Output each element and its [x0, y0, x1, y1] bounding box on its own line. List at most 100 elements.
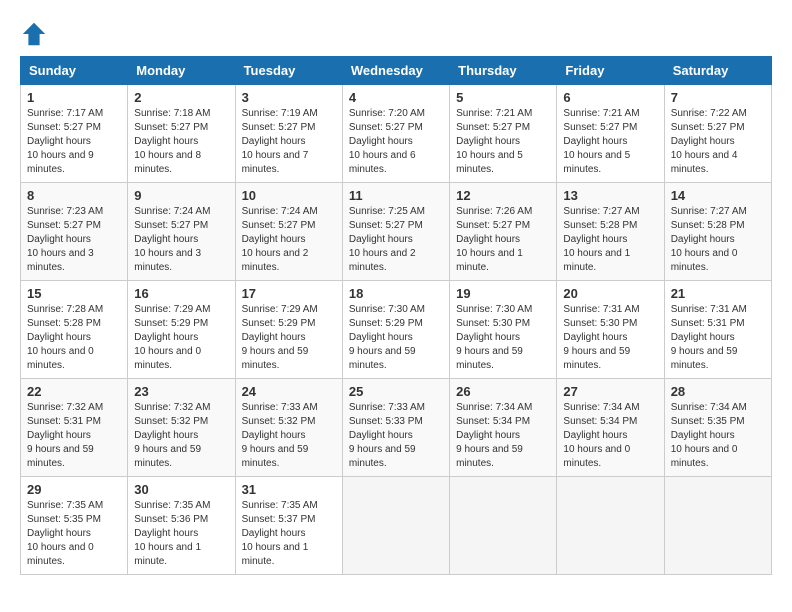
column-header-friday: Friday: [557, 57, 664, 85]
calendar-week-5: 29 Sunrise: 7:35 AM Sunset: 5:35 PM Dayl…: [21, 477, 772, 575]
day-info: Sunrise: 7:29 AM Sunset: 5:29 PM Dayligh…: [134, 303, 228, 373]
calendar-cell: 7 Sunrise: 7:22 AM Sunset: 5:27 PM Dayli…: [664, 85, 771, 183]
day-info: Sunrise: 7:25 AM Sunset: 5:27 PM Dayligh…: [349, 205, 443, 275]
column-header-tuesday: Tuesday: [235, 57, 342, 85]
day-info: Sunrise: 7:27 AM Sunset: 5:28 PM Dayligh…: [563, 205, 657, 275]
calendar-cell: 3 Sunrise: 7:19 AM Sunset: 5:27 PM Dayli…: [235, 85, 342, 183]
calendar-cell: 25 Sunrise: 7:33 AM Sunset: 5:33 PM Dayl…: [342, 379, 449, 477]
day-number: 24: [242, 384, 336, 399]
calendar-cell: 28 Sunrise: 7:34 AM Sunset: 5:35 PM Dayl…: [664, 379, 771, 477]
calendar-cell: [450, 477, 557, 575]
day-info: Sunrise: 7:23 AM Sunset: 5:27 PM Dayligh…: [27, 205, 121, 275]
day-number: 4: [349, 90, 443, 105]
calendar-week-4: 22 Sunrise: 7:32 AM Sunset: 5:31 PM Dayl…: [21, 379, 772, 477]
calendar-cell: 17 Sunrise: 7:29 AM Sunset: 5:29 PM Dayl…: [235, 281, 342, 379]
day-number: 21: [671, 286, 765, 301]
calendar-cell: 12 Sunrise: 7:26 AM Sunset: 5:27 PM Dayl…: [450, 183, 557, 281]
day-number: 8: [27, 188, 121, 203]
calendar-cell: 4 Sunrise: 7:20 AM Sunset: 5:27 PM Dayli…: [342, 85, 449, 183]
calendar-cell: 1 Sunrise: 7:17 AM Sunset: 5:27 PM Dayli…: [21, 85, 128, 183]
day-number: 25: [349, 384, 443, 399]
calendar-cell: 21 Sunrise: 7:31 AM Sunset: 5:31 PM Dayl…: [664, 281, 771, 379]
calendar-week-1: 1 Sunrise: 7:17 AM Sunset: 5:27 PM Dayli…: [21, 85, 772, 183]
calendar-cell: 14 Sunrise: 7:27 AM Sunset: 5:28 PM Dayl…: [664, 183, 771, 281]
day-info: Sunrise: 7:35 AM Sunset: 5:35 PM Dayligh…: [27, 499, 121, 569]
day-info: Sunrise: 7:24 AM Sunset: 5:27 PM Dayligh…: [242, 205, 336, 275]
logo: [20, 20, 52, 48]
calendar-cell: 16 Sunrise: 7:29 AM Sunset: 5:29 PM Dayl…: [128, 281, 235, 379]
day-number: 7: [671, 90, 765, 105]
day-number: 12: [456, 188, 550, 203]
logo-icon: [20, 20, 48, 48]
day-number: 3: [242, 90, 336, 105]
calendar-cell: 27 Sunrise: 7:34 AM Sunset: 5:34 PM Dayl…: [557, 379, 664, 477]
day-info: Sunrise: 7:30 AM Sunset: 5:29 PM Dayligh…: [349, 303, 443, 373]
calendar-cell: 9 Sunrise: 7:24 AM Sunset: 5:27 PM Dayli…: [128, 183, 235, 281]
day-info: Sunrise: 7:33 AM Sunset: 5:32 PM Dayligh…: [242, 401, 336, 471]
column-header-thursday: Thursday: [450, 57, 557, 85]
column-header-wednesday: Wednesday: [342, 57, 449, 85]
calendar-cell: 10 Sunrise: 7:24 AM Sunset: 5:27 PM Dayl…: [235, 183, 342, 281]
day-info: Sunrise: 7:35 AM Sunset: 5:37 PM Dayligh…: [242, 499, 336, 569]
day-info: Sunrise: 7:20 AM Sunset: 5:27 PM Dayligh…: [349, 107, 443, 177]
calendar-cell: 15 Sunrise: 7:28 AM Sunset: 5:28 PM Dayl…: [21, 281, 128, 379]
day-number: 13: [563, 188, 657, 203]
day-number: 22: [27, 384, 121, 399]
day-info: Sunrise: 7:27 AM Sunset: 5:28 PM Dayligh…: [671, 205, 765, 275]
day-number: 29: [27, 482, 121, 497]
calendar-cell: 26 Sunrise: 7:34 AM Sunset: 5:34 PM Dayl…: [450, 379, 557, 477]
day-info: Sunrise: 7:34 AM Sunset: 5:34 PM Dayligh…: [456, 401, 550, 471]
day-number: 19: [456, 286, 550, 301]
calendar-cell: 6 Sunrise: 7:21 AM Sunset: 5:27 PM Dayli…: [557, 85, 664, 183]
day-info: Sunrise: 7:34 AM Sunset: 5:35 PM Dayligh…: [671, 401, 765, 471]
calendar-week-2: 8 Sunrise: 7:23 AM Sunset: 5:27 PM Dayli…: [21, 183, 772, 281]
calendar-cell: 22 Sunrise: 7:32 AM Sunset: 5:31 PM Dayl…: [21, 379, 128, 477]
day-info: Sunrise: 7:35 AM Sunset: 5:36 PM Dayligh…: [134, 499, 228, 569]
day-info: Sunrise: 7:24 AM Sunset: 5:27 PM Dayligh…: [134, 205, 228, 275]
day-info: Sunrise: 7:21 AM Sunset: 5:27 PM Dayligh…: [456, 107, 550, 177]
calendar-cell: 2 Sunrise: 7:18 AM Sunset: 5:27 PM Dayli…: [128, 85, 235, 183]
calendar-cell: 31 Sunrise: 7:35 AM Sunset: 5:37 PM Dayl…: [235, 477, 342, 575]
calendar-cell: 24 Sunrise: 7:33 AM Sunset: 5:32 PM Dayl…: [235, 379, 342, 477]
day-number: 28: [671, 384, 765, 399]
calendar-cell: 23 Sunrise: 7:32 AM Sunset: 5:32 PM Dayl…: [128, 379, 235, 477]
day-info: Sunrise: 7:19 AM Sunset: 5:27 PM Dayligh…: [242, 107, 336, 177]
day-number: 20: [563, 286, 657, 301]
day-number: 31: [242, 482, 336, 497]
day-info: Sunrise: 7:26 AM Sunset: 5:27 PM Dayligh…: [456, 205, 550, 275]
page-header: [20, 20, 772, 48]
day-number: 1: [27, 90, 121, 105]
day-number: 9: [134, 188, 228, 203]
calendar-cell: 20 Sunrise: 7:31 AM Sunset: 5:30 PM Dayl…: [557, 281, 664, 379]
calendar-cell: 30 Sunrise: 7:35 AM Sunset: 5:36 PM Dayl…: [128, 477, 235, 575]
day-number: 30: [134, 482, 228, 497]
day-info: Sunrise: 7:31 AM Sunset: 5:31 PM Dayligh…: [671, 303, 765, 373]
calendar-cell: 8 Sunrise: 7:23 AM Sunset: 5:27 PM Dayli…: [21, 183, 128, 281]
day-info: Sunrise: 7:32 AM Sunset: 5:31 PM Dayligh…: [27, 401, 121, 471]
calendar-cell: [342, 477, 449, 575]
day-info: Sunrise: 7:17 AM Sunset: 5:27 PM Dayligh…: [27, 107, 121, 177]
day-info: Sunrise: 7:18 AM Sunset: 5:27 PM Dayligh…: [134, 107, 228, 177]
day-number: 17: [242, 286, 336, 301]
day-info: Sunrise: 7:28 AM Sunset: 5:28 PM Dayligh…: [27, 303, 121, 373]
calendar-cell: 29 Sunrise: 7:35 AM Sunset: 5:35 PM Dayl…: [21, 477, 128, 575]
column-header-sunday: Sunday: [21, 57, 128, 85]
day-info: Sunrise: 7:34 AM Sunset: 5:34 PM Dayligh…: [563, 401, 657, 471]
day-number: 11: [349, 188, 443, 203]
calendar-cell: 11 Sunrise: 7:25 AM Sunset: 5:27 PM Dayl…: [342, 183, 449, 281]
calendar-cell: [664, 477, 771, 575]
calendar-week-3: 15 Sunrise: 7:28 AM Sunset: 5:28 PM Dayl…: [21, 281, 772, 379]
day-number: 10: [242, 188, 336, 203]
calendar: SundayMondayTuesdayWednesdayThursdayFrid…: [20, 56, 772, 575]
day-number: 6: [563, 90, 657, 105]
day-number: 26: [456, 384, 550, 399]
day-number: 2: [134, 90, 228, 105]
day-number: 27: [563, 384, 657, 399]
day-info: Sunrise: 7:21 AM Sunset: 5:27 PM Dayligh…: [563, 107, 657, 177]
day-number: 16: [134, 286, 228, 301]
day-info: Sunrise: 7:29 AM Sunset: 5:29 PM Dayligh…: [242, 303, 336, 373]
column-header-saturday: Saturday: [664, 57, 771, 85]
calendar-cell: 18 Sunrise: 7:30 AM Sunset: 5:29 PM Dayl…: [342, 281, 449, 379]
day-number: 14: [671, 188, 765, 203]
column-header-monday: Monday: [128, 57, 235, 85]
